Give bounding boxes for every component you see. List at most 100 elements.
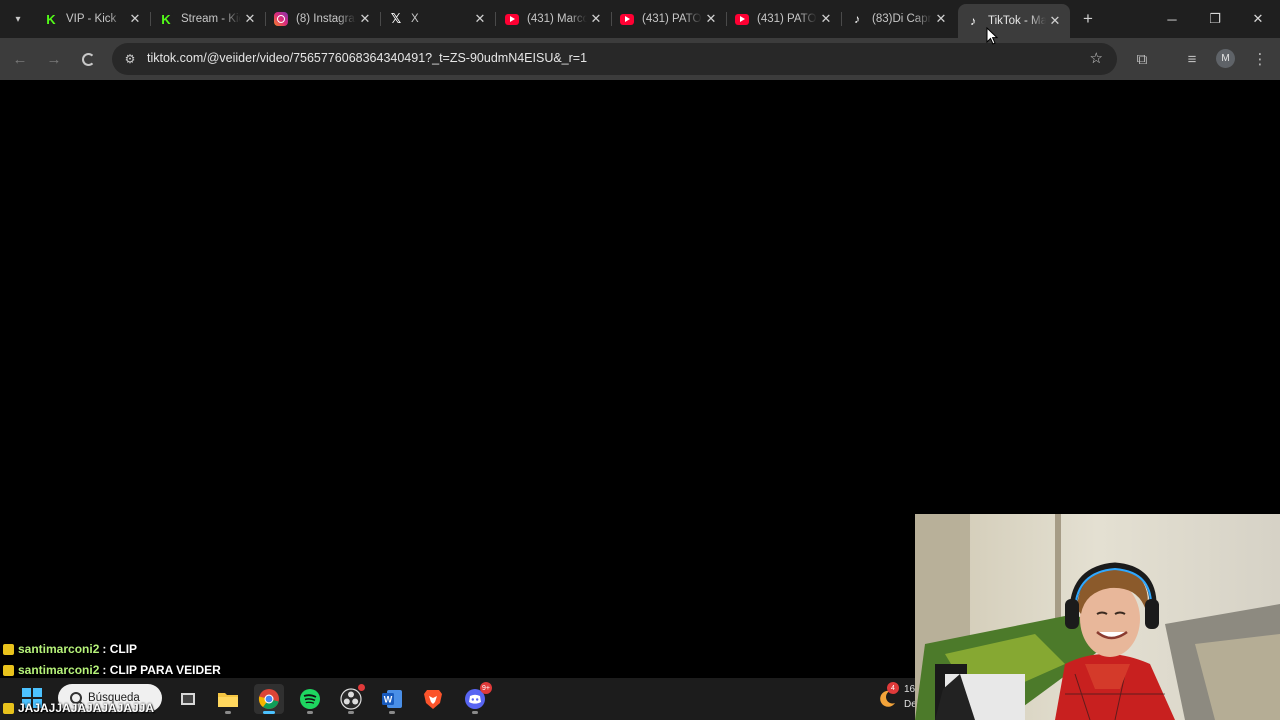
taskbar-spotify[interactable] [295,684,325,714]
bookmark-star-icon[interactable]: ☆ [1090,49,1103,67]
tab-tiktok-active[interactable]: ♪ TikTok - Make ✕ [958,4,1070,38]
kick-icon: K [44,12,58,27]
chat-message: JAJAJJAJAJAJAJAJJA [3,701,154,715]
chat-message: santimarconi2 : CLIP PARA VEIDER [3,663,221,677]
task-view-icon [181,693,195,705]
loading-spinner-icon [81,52,95,66]
subscriber-badge-icon [3,643,14,655]
taskbar-discord[interactable]: 9+ [460,682,492,714]
clock-time[interactable]: 16 [904,684,915,695]
chat-message: santimarconi2 : CLIP [3,642,137,656]
arrow-left-icon: ← [12,50,28,68]
recording-dot-icon [358,684,365,691]
subscriber-badge-icon [3,664,14,676]
tab-title: Stream - Kick [181,13,241,25]
tab-separator [495,12,496,26]
screen: ▾ K VIP - Kick ✕ K Stream - Kick ✕ (8) I… [0,0,1280,720]
instagram-icon [274,12,288,26]
weather-widget[interactable]: 4 [872,682,902,714]
tab-x[interactable]: 𝕏 X ✕ [381,6,495,32]
tab-youtube-3[interactable]: (431) PATO ✕ [727,6,841,32]
chrome-menu-button[interactable]: ⋮ [1248,47,1272,71]
close-icon[interactable]: ✕ [471,10,489,28]
new-tab-button[interactable]: + [1078,9,1098,29]
chat-text: : CLIP PARA VEIDER [102,663,221,677]
taskbar-chrome[interactable] [254,684,284,714]
profile-avatar[interactable]: M [1216,49,1235,68]
tab-title: VIP - Kick [66,13,117,25]
close-icon[interactable]: ✕ [702,10,720,28]
taskbar-file-explorer[interactable] [213,684,243,714]
forward-button[interactable]: → [42,47,66,71]
minimize-button[interactable]: ─ [1150,0,1194,38]
youtube-icon [620,13,634,25]
close-icon[interactable]: ✕ [1046,12,1064,30]
restore-button[interactable]: ❐ [1193,0,1237,38]
obs-icon [340,688,362,710]
taskbar-word[interactable]: W [377,684,407,714]
close-icon[interactable]: ✕ [126,10,144,28]
brave-icon [424,690,442,709]
tab-title: (83)Di Caprio [872,13,932,25]
tiktok-icon: ♪ [970,14,976,28]
close-icon[interactable]: ✕ [587,10,605,28]
close-window-button[interactable]: ✕ [1236,0,1280,38]
back-button[interactable]: ← [8,47,32,71]
media-queue-icon: ≡ [1187,50,1197,68]
youtube-icon [505,13,519,25]
mouse-cursor-icon [986,27,998,45]
taskbar-obs[interactable] [336,684,366,714]
tab-title: (8) Instagram [296,13,356,25]
close-icon[interactable]: ✕ [932,10,950,28]
tab-search-button[interactable]: ▾ [7,8,29,30]
chrome-icon [258,689,279,709]
plus-icon: + [1083,9,1093,28]
puzzle-icon: ⧉ [1136,50,1148,68]
site-settings-icon[interactable]: ⚙ [120,49,140,69]
x-icon: 𝕏 [390,11,402,26]
kick-icon: K [159,12,173,27]
tab-title: (431) Marconi [527,13,587,25]
chat-username: santimarconi2 [18,663,100,677]
webcam-overlay [915,514,1280,720]
task-view-button[interactable] [173,684,203,714]
streamer-webcam-image [915,514,1280,720]
media-control-button[interactable]: ≡ [1180,47,1204,71]
tab-vip-kick[interactable]: K VIP - Kick ✕ [36,6,150,32]
chevron-down-icon: ▾ [15,13,21,25]
url-text[interactable]: tiktok.com/@veiider/video/75657760683643… [147,51,587,65]
extensions-button[interactable]: ⧉ [1130,47,1154,71]
close-icon: ✕ [1252,11,1264,26]
tab-stream-kick[interactable]: K Stream - Kick ✕ [151,6,265,32]
spotify-icon [300,689,320,709]
tab-title: TikTok - Make [988,15,1046,27]
tab-title: (431) PATO [642,13,702,25]
chat-username: santimarconi2 [18,642,100,656]
arrow-right-icon: → [46,50,62,68]
word-icon: W [382,690,402,708]
tab-strip: ▾ K VIP - Kick ✕ K Stream - Kick ✕ (8) I… [0,0,1280,38]
tab-tiktok-1[interactable]: ♪ (83)Di Caprio ✕ [842,6,956,32]
restore-icon: ❐ [1209,11,1221,26]
weather-alert-badge: 4 [887,682,899,694]
tab-title: (431) PATO [757,13,817,25]
close-icon[interactable]: ✕ [817,10,835,28]
subscriber-badge-icon [3,702,14,714]
tab-instagram[interactable]: (8) Instagram ✕ [266,6,380,32]
more-vertical-icon: ⋮ [1252,51,1268,68]
close-icon[interactable]: ✕ [356,10,374,28]
address-bar[interactable]: ⚙ tiktok.com/@veiider/video/756577606836… [112,43,1117,75]
tiktok-icon: ♪ [854,12,860,26]
folder-icon [218,693,238,707]
close-icon[interactable]: ✕ [241,10,259,28]
taskbar-brave[interactable] [418,684,448,714]
tab-youtube-1[interactable]: (431) Marconi ✕ [497,6,611,32]
browser-toolbar: ← → ⚙ tiktok.com/@veiider/video/75657760… [0,38,1280,80]
svg-text:W: W [384,695,393,705]
stop-loading-button[interactable] [76,47,100,71]
discord-notification-badge: 9+ [480,682,492,694]
tab-title: X [411,13,419,25]
chat-text: : CLIP [102,642,138,656]
tab-youtube-2[interactable]: (431) PATO ✕ [612,6,726,32]
youtube-icon [735,13,749,25]
